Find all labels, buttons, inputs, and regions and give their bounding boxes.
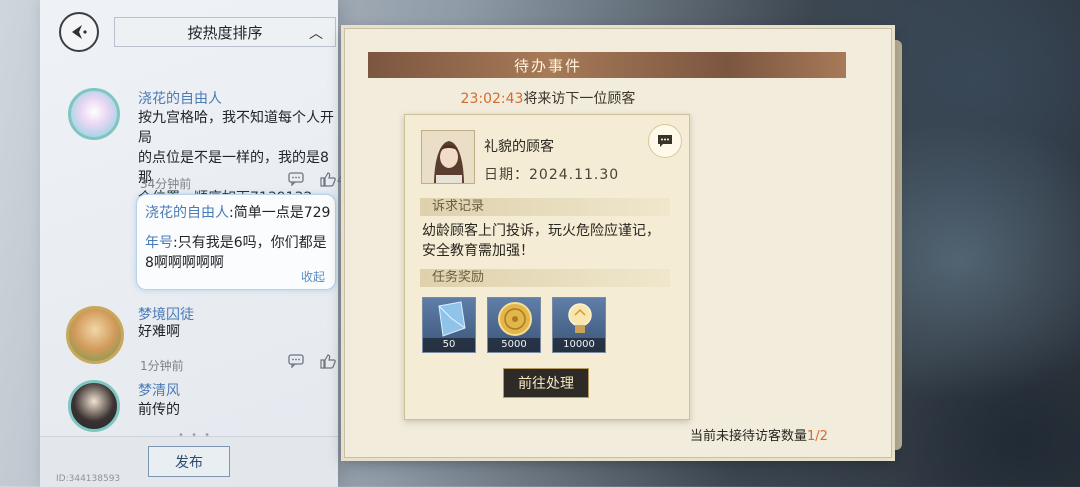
collapse-link[interactable]: 收起 <box>301 268 325 285</box>
reply-username[interactable]: 浇花的自由人 <box>145 205 229 221</box>
like-button[interactable]: 4 <box>320 172 345 187</box>
avatar[interactable] <box>68 88 120 140</box>
panel-title: 待办事件 <box>368 52 728 78</box>
post-button[interactable]: 发布 <box>148 446 230 477</box>
date-value: 2024.11.30 <box>529 167 620 183</box>
like-button[interactable] <box>320 354 336 372</box>
complaint-line: 安全教育需加强！ <box>422 243 534 259</box>
reward-item[interactable]: 50 <box>422 297 476 353</box>
ribbon-decoration <box>728 52 846 78</box>
comment-username[interactable]: 浇花的自由人 <box>138 88 222 108</box>
customer-portrait <box>421 130 475 184</box>
crystal-icon <box>438 301 466 337</box>
thumbs-up-icon <box>320 172 336 187</box>
comment-line: 按九宫格哈，我不知道每个人开局 <box>138 110 334 146</box>
sort-label: 按热度排序 <box>187 23 263 42</box>
reply-icon[interactable] <box>288 354 304 371</box>
reply-item: 年号:只有我是6吗，你们都是8啊啊啊啊啊 <box>145 233 331 273</box>
comment-username[interactable]: 梦清风 <box>138 380 180 400</box>
reward-item[interactable]: 5000 <box>487 297 541 353</box>
timer-suffix: 将来访下一位顾客 <box>523 91 636 107</box>
user-id: ID:344138593 <box>56 474 121 484</box>
pending-count: 1/2 <box>807 429 828 444</box>
comment-text: 按九宫格哈，我不知道每个人开局 的点位是不是一样的，我的是8那 个位置，顺序如下… <box>138 108 338 208</box>
go-handle-button[interactable]: 前往处理 <box>503 368 589 398</box>
comment-username[interactable]: 梦境囚徒 <box>138 304 194 324</box>
reply-item: 浇花的自由人:简单一点是729 <box>145 203 331 223</box>
coin-icon <box>498 302 532 336</box>
reward-qty: 5000 <box>488 338 540 352</box>
reply-username[interactable]: 年号 <box>145 235 173 251</box>
reward-section-header: 任务奖励 <box>420 269 670 287</box>
next-visitor-timer: 23:02:43将来访下一位顾客 <box>368 88 728 108</box>
visit-date: 日期：2024.11.30 <box>484 164 619 184</box>
complaint-line: 幼龄顾客上门投诉，玩火危险应谨记， <box>422 223 660 239</box>
lightbulb-icon <box>568 303 592 333</box>
reply-text: :只有我是6吗，你们都是8啊啊啊啊啊 <box>145 235 327 271</box>
reward-qty: 50 <box>423 338 475 352</box>
reply-icon[interactable] <box>288 172 304 189</box>
reward-qty: 10000 <box>553 338 605 352</box>
complaint-text: 幼龄顾客上门投诉，玩火危险应谨记， 安全教育需加强！ <box>422 221 682 261</box>
comment-text: 好难啊 <box>138 324 180 340</box>
thumbs-up-icon <box>320 354 336 369</box>
chat-button[interactable] <box>648 124 682 158</box>
chat-bubble-icon <box>658 135 672 147</box>
avatar[interactable] <box>66 306 124 364</box>
reply-thread: 浇花的自由人:简单一点是729 年号:只有我是6吗，你们都是8啊啊啊啊啊 收起 <box>136 194 336 290</box>
back-button[interactable] <box>59 12 99 52</box>
pending-label: 当前未接待访客数量 <box>690 429 808 444</box>
complaint-section-header: 诉求记录 <box>420 198 670 216</box>
reward-item[interactable]: 10000 <box>552 297 606 353</box>
back-arrow-icon <box>72 25 87 39</box>
timer-value: 23:02:43 <box>460 91 524 107</box>
sort-dropdown[interactable]: 按热度排序 ︿ <box>114 17 336 47</box>
comment-time: 1分钟前 <box>140 359 184 373</box>
comment-time: 34分钟前 <box>140 177 192 191</box>
reply-text: :简单一点是729 <box>229 205 331 221</box>
avatar[interactable] <box>68 380 120 432</box>
pending-visitors: 当前未接待访客数量1/2 <box>690 425 828 444</box>
customer-name: 礼貌的顾客 <box>484 139 554 155</box>
date-label: 日期： <box>484 167 529 183</box>
chevron-up-icon: ︿ <box>309 26 323 42</box>
comment-text: 前传的 <box>138 402 180 418</box>
